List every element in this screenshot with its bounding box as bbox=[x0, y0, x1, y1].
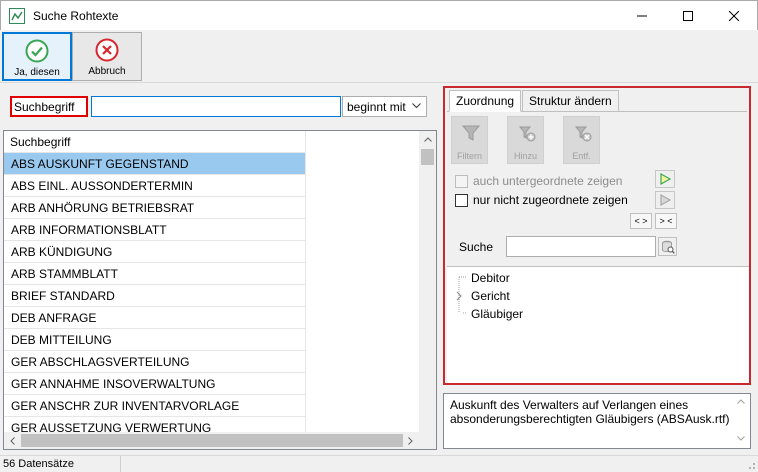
list-item[interactable]: BRIEF STANDARD bbox=[4, 285, 306, 307]
play-all-button[interactable] bbox=[655, 170, 675, 188]
tree-item-gericht[interactable]: Gericht bbox=[471, 289, 510, 303]
minimize-icon bbox=[637, 15, 647, 17]
toolbar: Ja, diesen Abbruch bbox=[0, 30, 758, 83]
list-column-header[interactable]: Suchbegriff bbox=[4, 131, 306, 153]
only-unassigned-checkbox[interactable] bbox=[455, 194, 468, 207]
close-icon bbox=[729, 11, 739, 21]
add-button-label: Hinzu bbox=[513, 151, 537, 161]
filter-icon bbox=[461, 125, 481, 141]
maximize-icon bbox=[683, 11, 693, 21]
panel-search-button[interactable] bbox=[658, 237, 677, 256]
list-item[interactable]: ARB INFORMATIONSBLATT bbox=[4, 219, 306, 241]
only-unassigned-label: nur nicht zugeordnete zeigen bbox=[473, 193, 628, 207]
window-title: Suche Rohtexte bbox=[33, 9, 119, 23]
list-item[interactable]: ARB KÜNDIGUNG bbox=[4, 241, 306, 263]
title-bar: Suche Rohtexte bbox=[0, 0, 758, 30]
list-rows: ABS AUSKUNFT GEGENSTAND ABS EINL. AUSSOND… bbox=[4, 153, 306, 439]
description-text: Auskunft des Verwalters auf Verlangen ei… bbox=[450, 398, 730, 426]
add-icon bbox=[518, 126, 536, 142]
assignment-tree[interactable]: Debitor Gericht Gläubiger bbox=[447, 266, 749, 383]
list-item[interactable]: ABS EINL. AUSSONDERTERMIN bbox=[4, 175, 306, 197]
search-mode-select[interactable]: beginnt mit bbox=[342, 96, 427, 117]
tab-zuordnung[interactable]: Zuordnung bbox=[449, 90, 522, 112]
list-item[interactable]: DEB MITTEILUNG bbox=[4, 329, 306, 351]
description-scrollbar[interactable] bbox=[733, 394, 750, 448]
minimize-button[interactable] bbox=[619, 1, 665, 31]
scroll-up-icon[interactable] bbox=[737, 399, 745, 404]
play-button[interactable] bbox=[655, 191, 675, 209]
resize-grip-icon[interactable] bbox=[746, 460, 756, 470]
assignment-panel: Zuordnung Struktur ändern Filtern Hinzu … bbox=[443, 86, 751, 385]
checkmark-icon bbox=[25, 39, 49, 63]
chevron-down-icon bbox=[412, 103, 421, 109]
scroll-down-icon[interactable] bbox=[737, 436, 745, 441]
collapse-button[interactable]: > < bbox=[655, 213, 677, 229]
record-count: 56 Datensätze bbox=[3, 458, 74, 470]
list-item[interactable]: GER ANSCHR ZUR INVENTARVORLAGE bbox=[4, 395, 306, 417]
status-bar: 56 Datensätze bbox=[0, 455, 758, 472]
horizontal-scrollbar[interactable] bbox=[4, 432, 436, 449]
tab-struktur-aendern[interactable]: Struktur ändern bbox=[522, 90, 619, 112]
results-list[interactable]: Suchbegriff ABS AUSKUNFT GEGENSTAND ABS E… bbox=[3, 130, 437, 450]
close-button[interactable] bbox=[711, 1, 757, 31]
panel-search-input[interactable] bbox=[506, 236, 656, 257]
remove-button-label: Entf. bbox=[572, 151, 591, 161]
status-separator bbox=[120, 456, 121, 472]
scroll-up-icon[interactable] bbox=[419, 131, 436, 148]
filter-button-label: Filtern bbox=[456, 151, 482, 161]
list-item[interactable]: ABS AUSKUNFT GEGENSTAND bbox=[4, 153, 306, 175]
app-icon bbox=[9, 8, 25, 24]
tab-content: Filtern Hinzu Entf. auch untergeordnete … bbox=[447, 111, 747, 261]
cancel-button-label: Abbruch bbox=[88, 66, 126, 77]
play-green-icon bbox=[660, 173, 671, 185]
tree-item-debitor[interactable]: Debitor bbox=[471, 271, 510, 285]
scroll-left-icon[interactable] bbox=[4, 432, 21, 449]
description-box[interactable]: Auskunft des Verwalters auf Verlangen ei… bbox=[443, 393, 751, 449]
vertical-scrollbar[interactable] bbox=[419, 131, 436, 433]
search-field-label: Suchbegriff bbox=[10, 96, 88, 117]
ok-button-label: Ja, diesen bbox=[14, 67, 60, 78]
horizontal-scroll-thumb[interactable] bbox=[21, 434, 403, 447]
search-input[interactable] bbox=[91, 96, 341, 117]
tree-expand-icon[interactable] bbox=[456, 291, 464, 301]
list-item[interactable]: ARB STAMMBLATT bbox=[4, 263, 306, 285]
include-subordinate-label: auch untergeordnete zeigen bbox=[473, 174, 623, 188]
filter-button[interactable]: Filtern bbox=[451, 116, 488, 164]
vertical-scroll-thumb[interactable] bbox=[421, 149, 434, 165]
cancel-icon bbox=[95, 38, 119, 62]
ok-button[interactable]: Ja, diesen bbox=[2, 32, 72, 81]
list-item[interactable]: DEB ANFRAGE bbox=[4, 307, 306, 329]
remove-button[interactable]: Entf. bbox=[563, 116, 600, 164]
panel-search-label: Suche bbox=[459, 240, 494, 254]
list-item[interactable]: GER ANNAHME INSOVERWALTUNG bbox=[4, 373, 306, 395]
maximize-button[interactable] bbox=[665, 1, 711, 31]
list-item[interactable]: GER ABSCHLAGSVERTEILUNG bbox=[4, 351, 306, 373]
cancel-button[interactable]: Abbruch bbox=[72, 32, 142, 81]
play-icon bbox=[660, 194, 671, 206]
add-button[interactable]: Hinzu bbox=[507, 116, 544, 164]
expand-button[interactable]: < > bbox=[630, 213, 652, 229]
include-subordinate-checkbox[interactable] bbox=[455, 175, 468, 188]
list-item[interactable]: ARB ANHÖRUNG BETRIEBSRAT bbox=[4, 197, 306, 219]
remove-icon bbox=[574, 126, 592, 142]
scroll-right-icon[interactable] bbox=[402, 432, 419, 449]
tree-item-glaeubiger[interactable]: Gläubiger bbox=[471, 307, 523, 321]
database-search-icon bbox=[661, 240, 675, 254]
search-mode-value: beginnt mit bbox=[347, 100, 406, 114]
